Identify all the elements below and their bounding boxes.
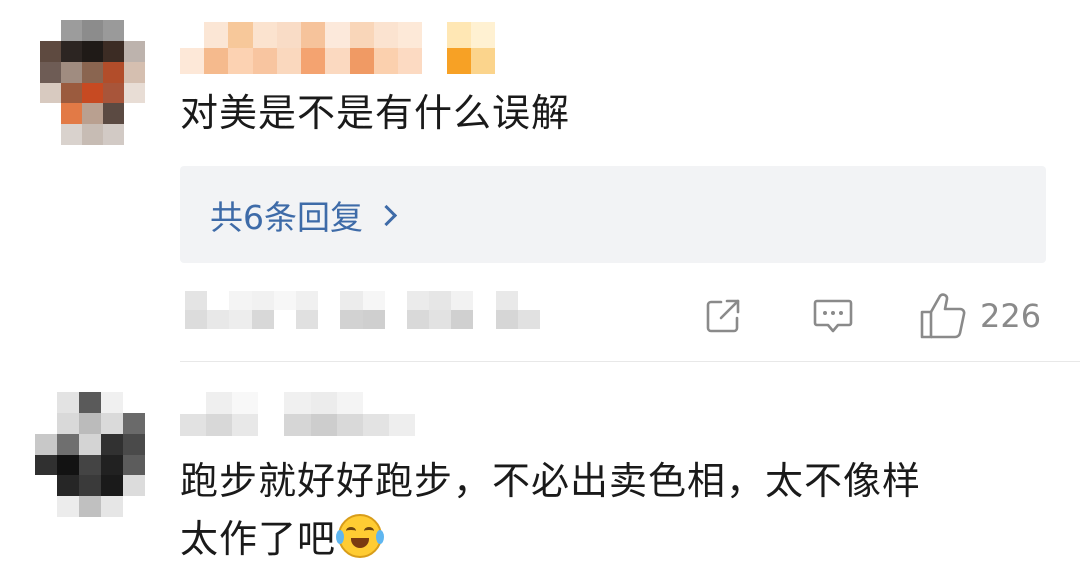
comment-divider (180, 361, 1080, 362)
comment-text-line-2: 太作了吧 (180, 510, 921, 568)
reply-button[interactable] (809, 293, 857, 339)
laughing-crying-emoji-icon (336, 514, 385, 558)
username-censored[interactable] (180, 22, 495, 74)
comment-text: 对美是不是有什么误解 (180, 91, 571, 135)
like-count: 226 (980, 297, 1042, 335)
thumbs-up-icon (920, 293, 966, 339)
view-replies-label: 共6条回复 (210, 197, 363, 237)
comment-icon (813, 299, 853, 333)
username-censored[interactable] (180, 392, 415, 436)
chevron-right-icon (375, 204, 398, 227)
share-button[interactable] (700, 293, 746, 339)
comment-text: 跑步就好好跑步，不必出卖色相，太不像样 太作了吧 (180, 452, 921, 568)
share-icon (706, 299, 740, 333)
avatar[interactable] (40, 20, 145, 145)
comment-text-line-2-label: 太作了吧 (180, 517, 337, 561)
avatar[interactable] (35, 392, 145, 517)
comment-text-line-1: 跑步就好好跑步，不必出卖色相，太不像样 (180, 459, 922, 503)
comment-meta-censored (185, 291, 540, 329)
like-button[interactable]: 226 (918, 288, 1041, 344)
reply-summary-box[interactable]: 共6条回复 (180, 166, 1046, 263)
view-replies-link[interactable]: 共6条回复 (210, 191, 398, 239)
